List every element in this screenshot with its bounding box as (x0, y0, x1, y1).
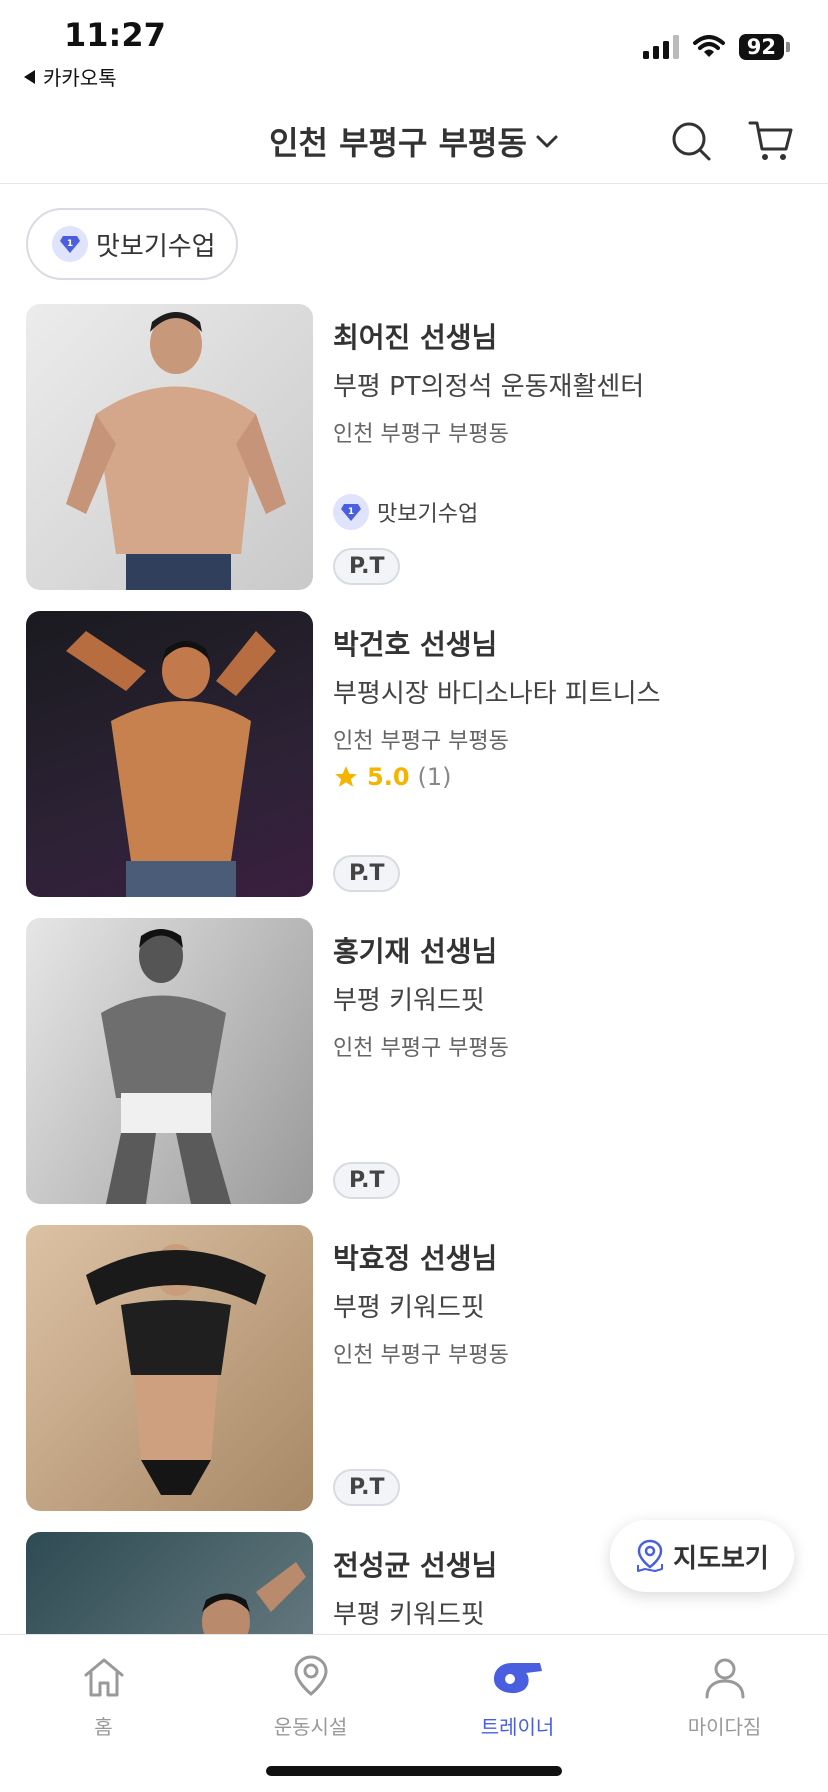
trainer-name: 최어진 선생님 (333, 321, 498, 354)
map-view-button[interactable]: 지도보기 (610, 1520, 794, 1592)
diamond-badge-icon: 1 (333, 494, 369, 530)
tab-trainers[interactable]: 트레이너 (414, 1649, 621, 1740)
trainer-rating: 5.0 (1) (333, 763, 452, 791)
trainer-photo (26, 1225, 313, 1511)
trainer-photo (26, 304, 313, 590)
trainer-card[interactable]: 최어진 선생님 부평 PT의정석 운동재활센터 인천 부평구 부평동 1 맛보기… (26, 304, 806, 590)
tab-my-page-label: 마이다짐 (687, 1715, 762, 1739)
svg-text:1: 1 (67, 239, 73, 249)
trainer-address: 인천 부평구 부평동 (333, 422, 509, 447)
signal-icon (642, 35, 679, 59)
service-badge: P.T (333, 548, 401, 585)
back-to-app-link[interactable]: 카카오톡 (24, 62, 117, 91)
trainer-address: 인천 부평구 부평동 (333, 1343, 509, 1368)
chevron-down-icon (536, 135, 558, 148)
rating-count: (1) (417, 763, 452, 791)
service-badge: P.T (333, 1469, 401, 1506)
tab-facilities-label: 운동시설 (273, 1715, 348, 1739)
top-header: 인천 부평구 부평동 (0, 100, 828, 184)
rating-score: 5.0 (367, 763, 410, 791)
trial-class-filter-chip[interactable]: 1 맛보기수업 (26, 208, 238, 280)
trial-class-label: 맛보기수업 (377, 502, 479, 527)
location-title: 인천 부평구 부평동 (269, 124, 527, 162)
person-icon (705, 1658, 744, 1699)
trainer-address: 인천 부평구 부평동 (333, 1036, 509, 1061)
trainer-card[interactable]: 홍기재 선생님 부평 키워드핏 인천 부평구 부평동 P.T (26, 918, 806, 1204)
trainer-card[interactable]: 박건호 선생님 부평시장 바디소나타 피트니스 인천 부평구 부평동 5.0 (… (26, 611, 806, 897)
tab-trainers-label: 트레이너 (480, 1715, 555, 1739)
trainer-gym: 부평시장 바디소나타 피트니스 (333, 679, 661, 709)
trainer-name: 박건호 선생님 (333, 628, 498, 661)
trainer-address: 인천 부평구 부평동 (333, 729, 509, 754)
search-button[interactable] (668, 118, 714, 164)
tab-home[interactable]: 홈 (0, 1649, 207, 1740)
status-time: 11:27 (64, 16, 166, 54)
back-arrow-icon (24, 69, 35, 84)
trainer-name: 전성균 선생님 (333, 1549, 498, 1582)
service-badge: P.T (333, 855, 401, 892)
location-pin-icon (293, 1655, 328, 1696)
back-app-label: 카카오톡 (43, 66, 117, 90)
map-view-label: 지도보기 (673, 1543, 769, 1574)
cart-icon (748, 121, 793, 160)
star-icon (335, 766, 357, 787)
trainer-card[interactable]: 박효정 선생님 부평 키워드핏 인천 부평구 부평동 P.T (26, 1225, 806, 1511)
battery-level: 92 (738, 34, 784, 60)
map-pin-icon (637, 1539, 664, 1572)
trainer-name: 홍기재 선생님 (333, 935, 498, 968)
trainer-gym: 부평 키워드핏 (333, 1600, 485, 1630)
cart-button[interactable] (748, 118, 794, 164)
trainer-gym: 부평 키워드핏 (333, 1293, 485, 1323)
search-icon (672, 122, 711, 161)
home-icon (84, 1658, 123, 1697)
home-indicator (266, 1766, 562, 1776)
trainer-gym: 부평 PT의정석 운동재활센터 (333, 372, 645, 402)
tab-facilities[interactable]: 운동시설 (207, 1649, 414, 1740)
trainer-name: 박효정 선생님 (333, 1242, 498, 1275)
trainer-photo (26, 918, 313, 1204)
battery-icon: 92 (738, 34, 790, 60)
service-badge: P.T (333, 1162, 401, 1199)
screen: 11:27 카카오톡 92 인천 부평구 부평동 1 맛보기수업 최어진 선생님… (0, 0, 828, 1792)
trainer-photo (26, 611, 313, 897)
svg-text:1: 1 (348, 507, 354, 517)
whistle-icon (493, 1663, 542, 1694)
wifi-icon (692, 35, 725, 57)
trial-class-tag: 1 맛보기수업 (333, 494, 478, 530)
tab-my-page[interactable]: 마이다짐 (621, 1649, 828, 1740)
tab-home-label: 홈 (94, 1715, 113, 1739)
trainer-gym: 부평 키워드핏 (333, 986, 485, 1016)
status-indicators: 92 (642, 34, 790, 60)
chip-label: 맛보기수업 (96, 231, 216, 262)
diamond-badge-icon: 1 (52, 226, 88, 262)
